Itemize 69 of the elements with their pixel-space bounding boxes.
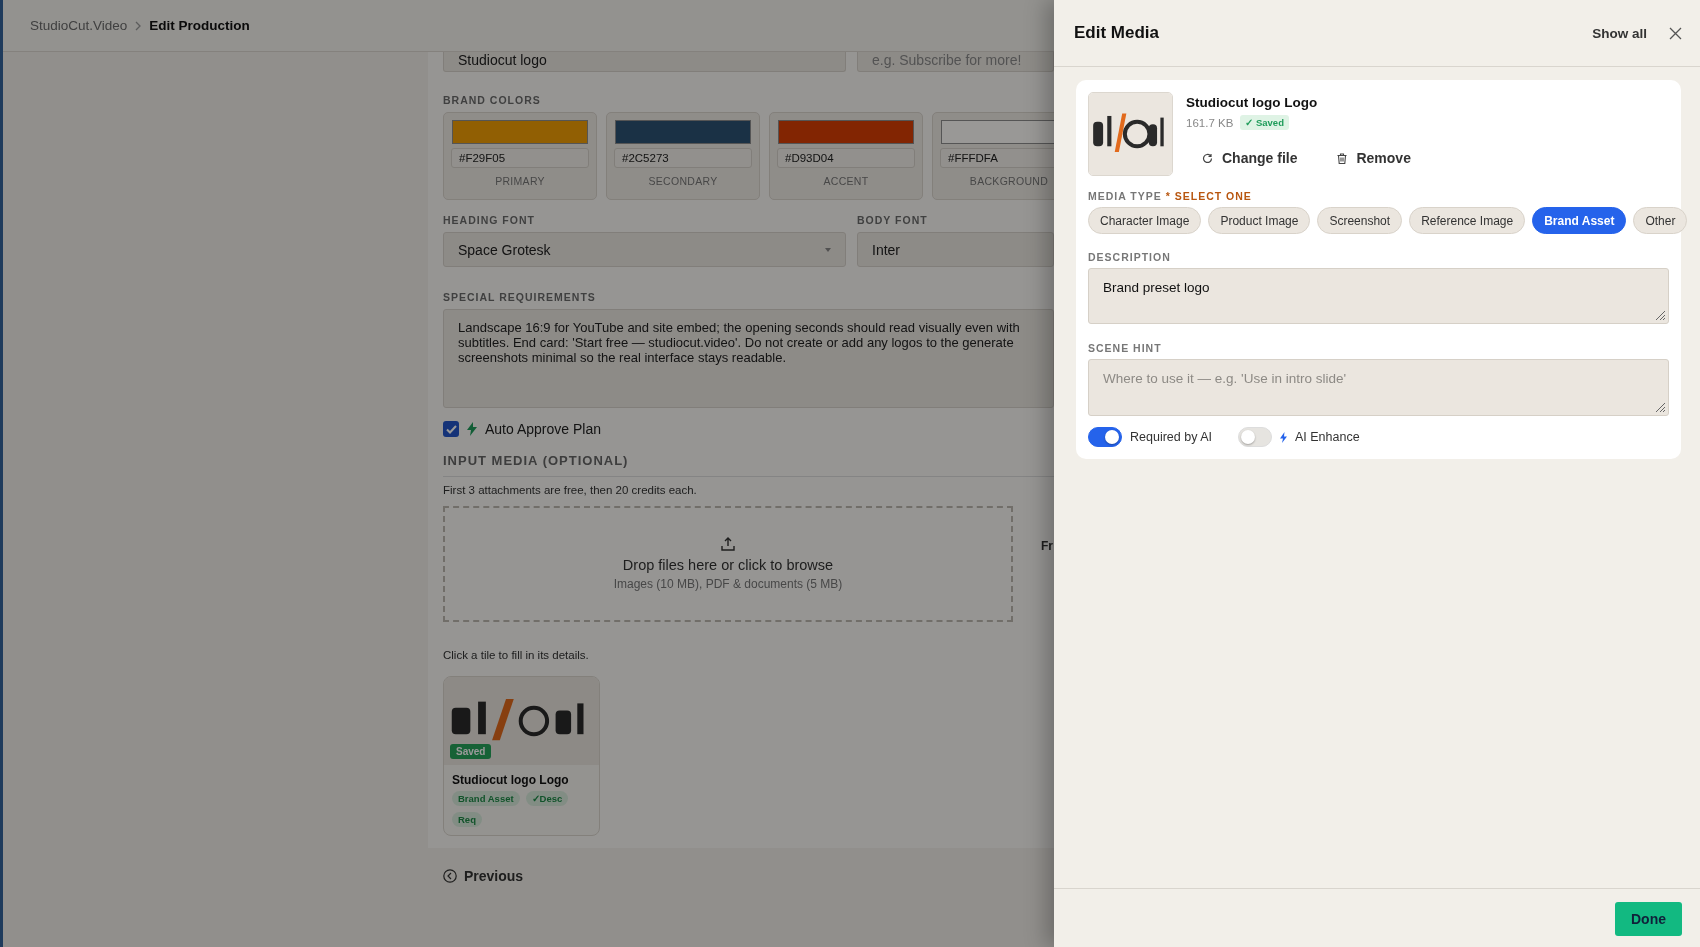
hex-field[interactable]: #2C5273: [614, 148, 752, 168]
tag-badge: Brand Asset: [452, 791, 520, 806]
file-size: 161.7 KB: [1186, 116, 1234, 129]
media-type-chip[interactable]: Product Image: [1208, 207, 1311, 234]
media-type-chip[interactable]: Other: [1633, 207, 1688, 234]
toggle-label: Required by AI: [1130, 430, 1212, 444]
hex-field[interactable]: #D93D04: [777, 148, 915, 168]
resize-handle-icon[interactable]: [1655, 310, 1666, 321]
color-role-label: ACCENT: [822, 175, 870, 187]
color-role-label: BACKGROUND: [968, 175, 1050, 187]
trash-icon: [1337, 152, 1348, 164]
info-text: First 3 attachments are free, then 20 credits each.: [443, 484, 698, 496]
dropzone[interactable]: Drop files here or click to browse Images (10 MB), PDF & documents (5 MB): [443, 506, 1013, 622]
color-role-label: SECONDARY: [647, 175, 719, 187]
color-swatch[interactable]: [778, 120, 914, 144]
toggle-switch[interactable]: [1088, 427, 1122, 447]
chevron-left-icon: [443, 869, 457, 883]
color-swatch[interactable]: [452, 120, 588, 144]
drawer-title: Edit Media: [1074, 23, 1160, 43]
color-role-label: PRIMARY: [494, 175, 546, 187]
tag-badge: ✓Desc: [525, 791, 569, 806]
bolt-icon: [467, 422, 477, 436]
check-icon: [445, 424, 457, 434]
checkbox[interactable]: [443, 421, 459, 437]
status-badge: Saved: [450, 744, 492, 759]
media-type-chip[interactable]: Screenshot: [1317, 207, 1403, 234]
font-select[interactable]: Space Grotesk: [443, 232, 846, 267]
color-swatch[interactable]: [615, 120, 751, 144]
field-label: SCENE HINT: [1088, 342, 1163, 354]
remove-button[interactable]: Remove: [1337, 150, 1411, 166]
description-textarea[interactable]: Brand preset logo: [1088, 268, 1669, 324]
requirements-textarea[interactable]: Landscape 16:9 for YouTube and site embed; the opening seconds should read visually even with subtitles. End card: 'Start free — studiocut.video'. Do not create or add any logos to the generate screenshots minimal so the real interface stays readable.: [443, 309, 1054, 408]
refresh-icon: [1202, 152, 1213, 164]
close-icon: [1669, 26, 1682, 40]
resize-handle-icon[interactable]: [1655, 402, 1666, 413]
side-text: Fr: [1041, 539, 1053, 553]
section-label: BRAND COLORS: [443, 94, 542, 106]
hex-field[interactable]: #F29F05: [451, 148, 589, 168]
dropzone-title: Drop files here or click to browse: [622, 557, 834, 573]
field-label: SPECIAL REQUIREMENTS: [443, 291, 597, 303]
field-label: DESCRIPTION: [1088, 251, 1172, 263]
hint-text: Click a tile to fill in its details.: [443, 649, 590, 661]
show-all-button[interactable]: Show all: [1592, 25, 1647, 41]
previous-button[interactable]: Previous: [443, 868, 524, 884]
media-title: Studiocut logo Logo: [1186, 95, 1319, 110]
checkbox-label: Auto Approve Plan: [485, 421, 601, 437]
media-type-chip[interactable]: Brand Asset: [1532, 207, 1627, 234]
text-field[interactable]: Studiocut logo: [443, 52, 846, 72]
toggle-label: AI Enhance: [1295, 430, 1360, 444]
field-label: BODY FONT: [857, 214, 928, 226]
font-select[interactable]: Inter: [857, 232, 1054, 267]
done-button[interactable]: Done: [1615, 902, 1682, 936]
media-tile[interactable]: Saved Studiocut logo Logo Brand Asset ✓Desc Req: [443, 676, 600, 836]
media-type-chip[interactable]: Character Image: [1088, 207, 1202, 234]
dropzone-subtitle: Images (10 MB), PDF & documents (5 MB): [613, 577, 843, 591]
close-button[interactable]: [1669, 26, 1682, 40]
tile-title: Studiocut logo Logo: [452, 773, 570, 787]
breadcrumb-link[interactable]: Edit Production: [149, 18, 250, 33]
upload-icon: [721, 537, 735, 551]
change-file-button[interactable]: Change file: [1202, 150, 1298, 166]
caret-icon: [825, 247, 831, 252]
field-label: HEADING FONT: [443, 214, 536, 226]
chevron-right-icon: [135, 20, 142, 31]
field-label: MEDIA TYPE * SELECT ONE: [1088, 190, 1253, 202]
media-type-chip[interactable]: Reference Image: [1409, 207, 1526, 234]
tag-badge: Req: [452, 812, 482, 827]
breadcrumb-link[interactable]: StudioCut.Video: [30, 18, 128, 33]
status-badge: ✓ Saved: [1240, 115, 1289, 130]
bolt-icon: [1280, 431, 1287, 443]
